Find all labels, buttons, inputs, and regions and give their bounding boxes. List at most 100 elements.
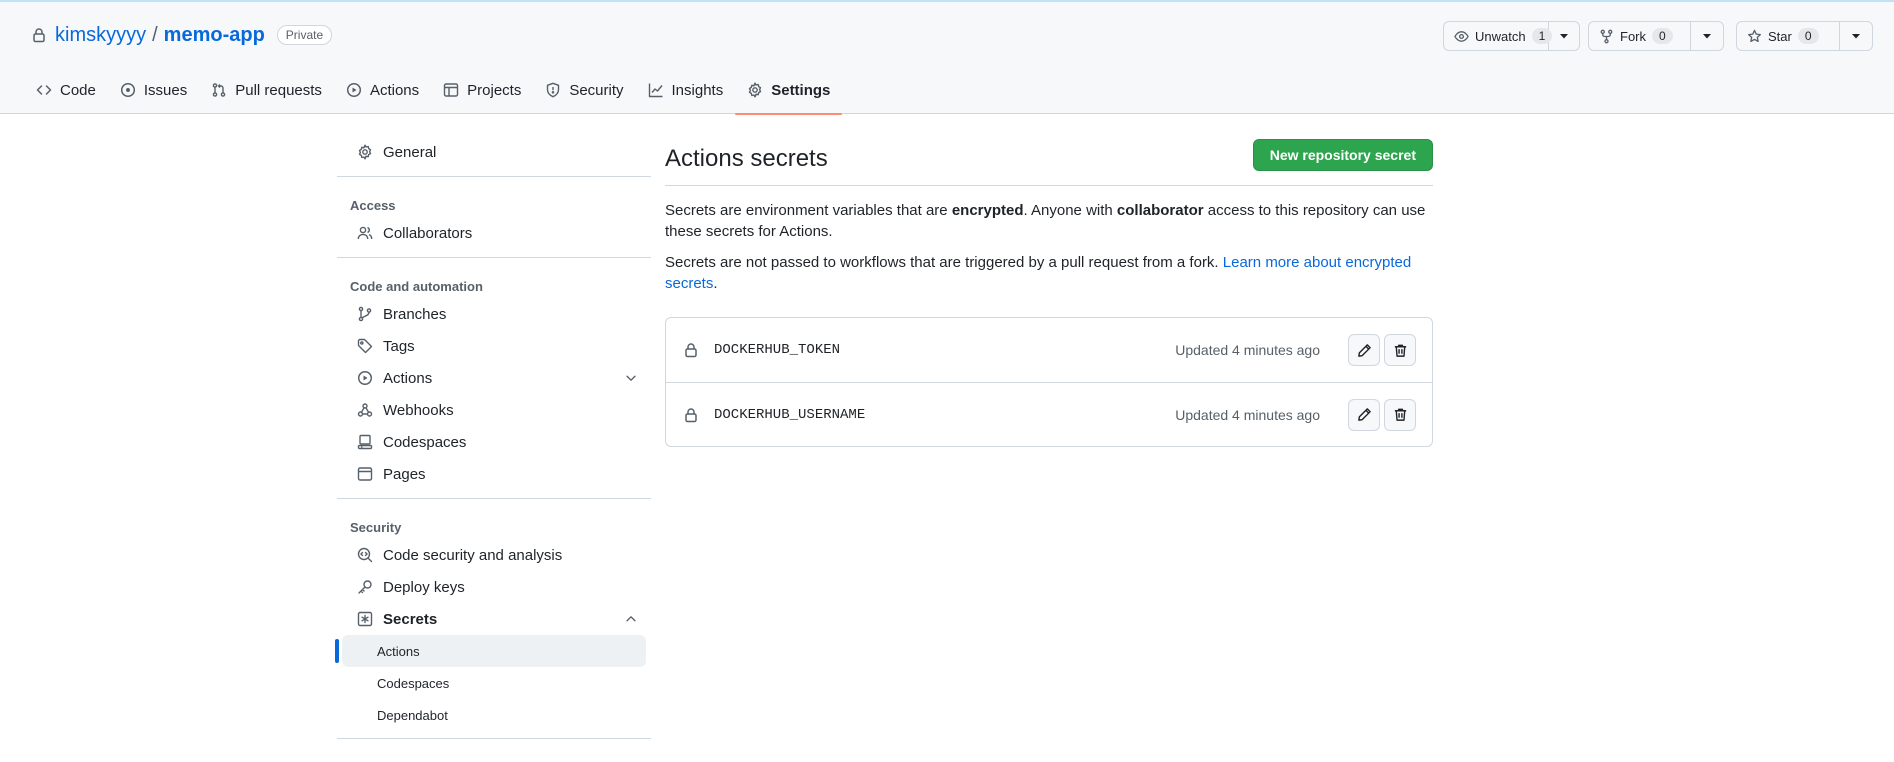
delete-secret-button[interactable] bbox=[1384, 398, 1416, 431]
secret-name: DOCKERHUB_USERNAME bbox=[714, 406, 866, 423]
sidebar-item-general[interactable]: General bbox=[342, 136, 646, 168]
secret-name: DOCKERHUB_TOKEN bbox=[714, 342, 841, 358]
repo-name-link[interactable]: memo-app bbox=[164, 24, 265, 47]
sidebar-item-tags[interactable]: Tags bbox=[342, 330, 646, 362]
page-header: Actions secrets New repository secret bbox=[665, 139, 1433, 186]
sidebar-item-codespaces[interactable]: Codespaces bbox=[342, 426, 646, 458]
fork-button[interactable]: Fork 0 bbox=[1589, 22, 1691, 50]
desc-text: Secrets are not passed to workflows that… bbox=[665, 254, 1223, 271]
edit-secret-button[interactable] bbox=[1348, 398, 1380, 431]
table-row: DOCKERHUB_TOKEN Updated 4 minutes ago bbox=[666, 318, 1432, 382]
tab-projects[interactable]: Projects bbox=[431, 66, 533, 114]
sidebar-item-actions[interactable]: Actions bbox=[342, 362, 646, 394]
repo-header: kimskyyyy / memo-app Private Unwatch 1 F… bbox=[0, 2, 1894, 115]
tag-icon bbox=[357, 338, 373, 354]
unwatch-label: Unwatch bbox=[1475, 28, 1526, 44]
sidebar-divider bbox=[337, 257, 651, 258]
sidebar-item-deploy-keys[interactable]: Deploy keys bbox=[342, 571, 646, 603]
sidebar-item-label: Branches bbox=[383, 305, 447, 323]
unwatch-button[interactable]: Unwatch 1 bbox=[1444, 22, 1553, 50]
secrets-description: Secrets are environment variables that a… bbox=[665, 200, 1433, 242]
new-repository-secret-button[interactable]: New repository secret bbox=[1252, 139, 1433, 171]
settings-sidebar: General Access Collaborators Code and au… bbox=[335, 136, 651, 755]
graph-icon bbox=[648, 82, 664, 98]
sidebar-subitem-secrets-actions[interactable]: Actions bbox=[335, 635, 646, 667]
webhook-icon bbox=[357, 402, 373, 418]
sidebar-subitem-secrets-codespaces[interactable]: Codespaces bbox=[342, 667, 646, 699]
fork-button-group: Fork 0 bbox=[1588, 21, 1724, 51]
visibility-badge: Private bbox=[276, 25, 333, 45]
delete-secret-button[interactable] bbox=[1384, 334, 1416, 366]
star-button[interactable]: Star 0 bbox=[1737, 22, 1840, 50]
codespaces-icon bbox=[357, 434, 373, 450]
tab-insights[interactable]: Insights bbox=[636, 66, 736, 114]
lock-icon bbox=[31, 27, 47, 43]
sidebar-item-collaborators[interactable]: Collaborators bbox=[342, 217, 646, 249]
sidebar-item-code-security[interactable]: Code security and analysis bbox=[342, 539, 646, 571]
sidebar-divider bbox=[337, 738, 651, 739]
tab-actions[interactable]: Actions bbox=[334, 66, 431, 114]
fork-dropdown-button[interactable] bbox=[1691, 22, 1723, 50]
sidebar-item-webhooks[interactable]: Webhooks bbox=[342, 394, 646, 426]
gear-icon bbox=[747, 82, 763, 98]
table-icon bbox=[443, 82, 459, 98]
tab-pull-requests-label: Pull requests bbox=[235, 81, 322, 99]
secret-updated: Updated 4 minutes ago bbox=[1175, 406, 1320, 423]
fork-icon bbox=[1599, 29, 1614, 44]
tab-pull-requests[interactable]: Pull requests bbox=[199, 66, 334, 114]
watch-dropdown-button[interactable] bbox=[1549, 22, 1579, 50]
desc-text: Secrets are environment variables that a… bbox=[665, 202, 952, 219]
tab-issues[interactable]: Issues bbox=[108, 66, 199, 114]
repo-path-separator: / bbox=[152, 23, 158, 46]
tab-actions-label: Actions bbox=[369, 81, 420, 99]
table-row: DOCKERHUB_USERNAME Updated 4 minutes ago bbox=[666, 382, 1432, 446]
repo-owner-link[interactable]: kimskyyyy bbox=[55, 24, 146, 47]
issue-icon bbox=[120, 82, 136, 98]
tab-projects-label: Projects bbox=[467, 81, 522, 99]
sidebar-divider bbox=[337, 498, 651, 499]
sidebar-item-label: Webhooks bbox=[383, 401, 454, 419]
star-dropdown-button[interactable] bbox=[1840, 22, 1872, 50]
shield-icon bbox=[545, 82, 561, 98]
secret-updated: Updated 4 minutes ago bbox=[1175, 342, 1320, 358]
sidebar-item-branches[interactable]: Branches bbox=[342, 298, 646, 330]
star-icon bbox=[1747, 29, 1762, 44]
sidebar-item-pages[interactable]: Pages bbox=[342, 458, 646, 490]
chevron-up-icon[interactable] bbox=[624, 612, 638, 626]
fork-count: 0 bbox=[1652, 28, 1673, 44]
trash-icon bbox=[1393, 407, 1408, 422]
desc-emphasis: collaborator bbox=[1116, 202, 1204, 219]
sidebar-item-label: Deploy keys bbox=[383, 578, 465, 596]
tab-security-label: Security bbox=[569, 81, 624, 99]
star-label: Star bbox=[1768, 28, 1792, 44]
code-icon bbox=[36, 82, 52, 98]
tab-security[interactable]: Security bbox=[533, 66, 635, 114]
sidebar-heading-security: Security bbox=[350, 519, 402, 535]
page-title: Actions secrets bbox=[665, 145, 828, 172]
tab-code[interactable]: Code bbox=[24, 66, 108, 114]
asterisk-box-icon bbox=[357, 611, 373, 627]
sidebar-divider bbox=[337, 176, 651, 177]
pencil-icon bbox=[1357, 343, 1372, 358]
lock-icon bbox=[683, 407, 699, 423]
triangle-down-icon bbox=[1702, 31, 1712, 41]
tab-settings[interactable]: Settings bbox=[735, 66, 843, 115]
star-count: 0 bbox=[1797, 28, 1819, 44]
codescan-icon bbox=[357, 547, 373, 563]
pull-request-icon bbox=[211, 82, 227, 98]
secrets-list: DOCKERHUB_TOKEN Updated 4 minutes ago DO… bbox=[665, 317, 1433, 447]
watch-button-group: Unwatch 1 bbox=[1443, 21, 1580, 51]
key-icon bbox=[357, 579, 373, 595]
main-content: Actions secrets New repository secret Se… bbox=[665, 139, 1433, 447]
sidebar-subitem-secrets-dependabot[interactable]: Dependabot bbox=[342, 699, 646, 731]
tab-issues-label: Issues bbox=[143, 81, 188, 99]
people-icon bbox=[357, 225, 373, 241]
triangle-down-icon bbox=[1559, 31, 1569, 41]
sidebar-item-label: Code security and analysis bbox=[383, 546, 563, 564]
sidebar-item-secrets[interactable]: Secrets bbox=[342, 603, 646, 635]
chevron-down-icon[interactable] bbox=[624, 371, 638, 385]
repo-nav: Code Issues Pull requests Actions Projec… bbox=[24, 66, 843, 115]
edit-secret-button[interactable] bbox=[1348, 334, 1380, 366]
pencil-icon bbox=[1357, 407, 1372, 422]
sidebar-item-label: Pages bbox=[383, 465, 426, 483]
